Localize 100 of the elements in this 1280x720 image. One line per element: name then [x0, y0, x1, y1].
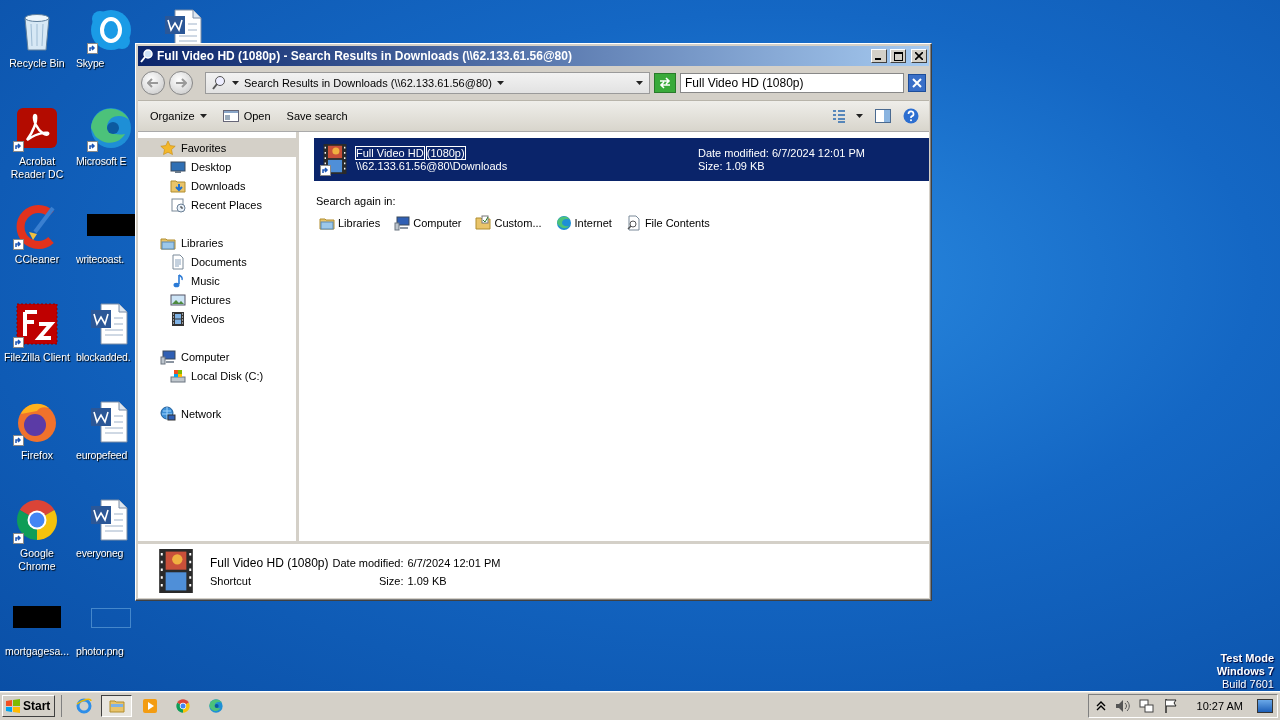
close-button[interactable]: [911, 49, 927, 63]
nav-pane-item[interactable]: Network: [138, 404, 296, 423]
computer-icon: [394, 215, 411, 231]
desktop-icon-label[interactable]: mortgagesa...: [4, 645, 70, 658]
browser-icon: [174, 698, 191, 714]
desktop-icon-label[interactable]: Recycle Bin: [9, 57, 65, 70]
dropdown-caret-icon: [856, 114, 863, 118]
nav-pane-item[interactable]: Documents: [138, 252, 296, 271]
search-result-row[interactable]: Full Video HD (1080p) \\62.133.61.56@80\Downloads Date modified: 6/7/2024 12:01 PM Size: 1.09 KB: [314, 138, 929, 181]
film-strip-icon: [170, 310, 186, 327]
close-icon: [915, 52, 923, 60]
maximize-icon: [893, 51, 903, 61]
nav-pane-item[interactable]: Music: [138, 271, 296, 290]
library-folder-icon: [319, 215, 335, 231]
nav-pane-item[interactable]: Favorites: [138, 138, 296, 157]
help-icon: [903, 108, 919, 124]
search-field[interactable]: Full Video HD (1080p): [680, 73, 904, 93]
details-view-icon: [832, 109, 846, 123]
network-icon: [1138, 698, 1155, 714]
desktop-icon-label[interactable]: europefeed: [76, 449, 128, 462]
system-watermark-text: Build 7601: [1222, 678, 1274, 691]
desktop-icon-label[interactable]: Acrobat Reader DC: [1, 155, 73, 181]
back-button[interactable]: [141, 71, 165, 95]
network-icon: [160, 405, 176, 422]
search-location-link[interactable]: Libraries: [319, 215, 381, 231]
dropdown-caret-icon: [199, 114, 207, 118]
search-again-label: Search again in:: [316, 195, 396, 207]
file-name: Full Video HD (1080p): [210, 555, 329, 570]
browser-icon: [75, 698, 92, 714]
search-location-link[interactable]: File Contents: [625, 215, 710, 231]
maximize-button[interactable]: [890, 49, 906, 63]
start-button[interactable]: Start: [2, 695, 56, 717]
refresh-icon: [658, 77, 672, 89]
desktop-icon-label[interactable]: Microsoft E: [76, 155, 127, 168]
system-watermark-text: Windows 7: [1216, 665, 1274, 678]
speaker-icon: [1114, 698, 1131, 714]
system-watermark-text: Test Mode: [1220, 652, 1274, 665]
search-location-link[interactable]: Computer: [394, 215, 462, 231]
windows-flag-icon: [5, 699, 21, 713]
desktop-icon-label[interactable]: Skype: [76, 57, 105, 70]
nav-pane-item[interactable]: Libraries: [138, 233, 296, 252]
nav-pane-item[interactable]: Pictures: [138, 290, 296, 309]
nav-pane-item[interactable]: Desktop: [138, 157, 296, 176]
toolbar-button[interactable]: Save search: [280, 107, 354, 125]
picture-icon: [170, 291, 186, 308]
date-modified: Date modified: 6/7/2024 12:01 PM: [698, 147, 866, 159]
address-bar[interactable]: Search Results in Downloads (\\62.133.61.56@80): [205, 72, 650, 94]
desktop-icon-label[interactable]: Firefox: [20, 449, 54, 462]
file-size: Size: 1.09 KB: [698, 160, 766, 172]
preview-pane-icon: [875, 109, 891, 123]
search-location-link[interactable]: Internet: [555, 215, 612, 231]
detail-value: 6/7/2024 12:01 PM: [407, 556, 501, 569]
monitor-icon: [170, 158, 186, 175]
nav-pane-item[interactable]: Recent Places: [138, 195, 296, 214]
search-location-link[interactable]: Custom...: [475, 215, 542, 231]
file-name: Full Video HD (1080p): [356, 147, 466, 159]
breadcrumb-caret-icon: [232, 81, 239, 85]
browser-icon: [207, 698, 224, 714]
folder-icon: [475, 215, 492, 231]
open-window-icon: [222, 110, 239, 122]
desktop-icon-label[interactable]: blockadded.: [76, 351, 131, 364]
nav-pane-item[interactable]: Videos: [138, 309, 296, 328]
taskbar-app-button[interactable]: [101, 695, 133, 717]
desktop-icon-label[interactable]: photor.png: [76, 645, 124, 658]
forward-button[interactable]: [169, 71, 193, 95]
desktop-icon-label[interactable]: everyoneg: [76, 547, 124, 560]
clear-search-button[interactable]: [908, 74, 926, 92]
desktop-icon-label[interactable]: writecoast.: [76, 253, 124, 266]
desktop-icon-label[interactable]: CCleaner: [14, 253, 60, 266]
refresh-button[interactable]: [654, 73, 676, 93]
detail-value: 1.09 KB: [407, 574, 448, 587]
nav-pane-item[interactable]: Computer: [138, 347, 296, 366]
close-icon: [912, 78, 922, 88]
document-icon: [170, 253, 186, 270]
desktop-icon-label[interactable]: FileZilla Client: [4, 351, 70, 364]
window-title: Full Video HD (1080p) - Search Results in Downloads (\\62.133.61.56@80): [157, 49, 573, 63]
toolbar-button[interactable]: Organize: [144, 107, 213, 125]
nav-pane-item[interactable]: Downloads: [138, 176, 296, 195]
toolbar-button[interactable]: Open: [216, 107, 277, 125]
clock: 10:27 AM: [1196, 700, 1243, 712]
detail-label: Size:: [378, 574, 404, 587]
drive-icon: [170, 367, 186, 384]
detail-label: Date modified:: [332, 556, 404, 569]
star-icon: [160, 139, 176, 156]
folder-icon: [108, 698, 125, 714]
minimize-button[interactable]: [871, 49, 887, 63]
nav-pane-item[interactable]: Local Disk (C:): [138, 366, 296, 385]
downloads-folder-icon: [170, 177, 186, 194]
file-path: \\62.133.61.56@80\Downloads: [356, 160, 508, 172]
media-player-icon: [141, 698, 158, 714]
browser-icon: [555, 215, 572, 231]
recent-places-icon: [170, 196, 186, 213]
desktop-icon-label[interactable]: Google Chrome: [1, 547, 73, 573]
computer-icon: [160, 348, 176, 365]
search-icon: [140, 49, 154, 63]
show-desktop-button[interactable]: [1257, 699, 1273, 713]
shortcut-arrow-icon: [320, 164, 331, 176]
back-arrow-icon: [147, 78, 159, 88]
search-icon: [212, 75, 226, 91]
file-type: Shortcut: [210, 574, 252, 587]
